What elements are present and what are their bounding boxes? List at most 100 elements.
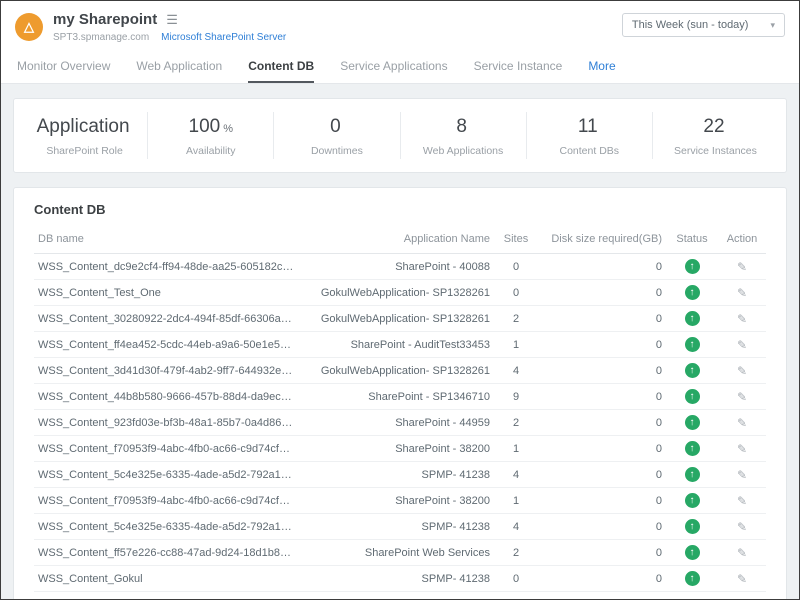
application-name-cell: SharePoint - AuditTest33453 — [299, 332, 494, 358]
status-cell: ↑ — [666, 540, 718, 566]
sites-cell: 1 — [494, 332, 538, 358]
edit-action-icon[interactable]: ✎ — [737, 442, 747, 456]
status-cell: ↑ — [666, 436, 718, 462]
application-name-cell: SPMP- 41238 — [299, 514, 494, 540]
edit-action-icon[interactable]: ✎ — [737, 338, 747, 352]
table-row: WSS_Content_44b8b580-9666-457b-88d4-da9e… — [34, 384, 766, 410]
edit-action-icon[interactable]: ✎ — [737, 286, 747, 300]
edit-action-icon[interactable]: ✎ — [737, 520, 747, 534]
table-row: WSS_Content_Test_One GokulWebApplication… — [34, 280, 766, 306]
sites-cell: 4 — [494, 514, 538, 540]
action-cell: ✎ — [718, 566, 766, 592]
db-name-cell: WSS_Content_ff4ea452-5cdc-44eb-a9a6-50e1… — [34, 332, 299, 358]
tab-more[interactable]: More — [588, 50, 615, 83]
db-name-cell: WSS_Content_f70953f9-4abc-4fb0-ac66-c9d7… — [34, 436, 299, 462]
application-name-cell: SPMP- 41238 — [299, 462, 494, 488]
tab-service-instance[interactable]: Service Instance — [474, 50, 563, 83]
action-cell: ✎ — [718, 436, 766, 462]
sites-cell: 2 — [494, 410, 538, 436]
db-name-cell: WSS_Content_f70953f9-4abc-4fb0-ac66-c9d7… — [34, 488, 299, 514]
db-name-cell: WSS_Content_ff57e226-cc88-47ad-9d24-18d1… — [34, 540, 299, 566]
status-up-icon: ↑ — [685, 467, 700, 482]
application-name-cell: SharePoint - 40088 — [299, 254, 494, 280]
sites-cell: 2 — [494, 306, 538, 332]
stat-label: Service Instances — [657, 145, 774, 157]
status-cell: ↑ — [666, 306, 718, 332]
db-name-cell: WSS_Content_5c4e325e-6335-4ade-a5d2-792a… — [34, 462, 299, 488]
stat-item: Application SharePoint Role — [22, 112, 148, 159]
edit-action-icon[interactable]: ✎ — [737, 364, 747, 378]
summary-stats-card: Application SharePoint Role 100% Availab… — [13, 98, 787, 173]
disk-size-cell: 0 — [538, 280, 666, 306]
tab-service-applications[interactable]: Service Applications — [340, 50, 447, 83]
action-cell: ✎ — [718, 332, 766, 358]
disk-size-cell: 0 — [538, 514, 666, 540]
column-header: DB name — [34, 225, 299, 254]
disk-size-cell: 0 — [538, 462, 666, 488]
stat-label: Downtimes — [278, 145, 395, 157]
status-up-icon: ↑ — [685, 493, 700, 508]
edit-action-icon[interactable]: ✎ — [737, 260, 747, 274]
column-header: Status — [666, 225, 718, 254]
action-cell: ✎ — [718, 358, 766, 384]
tab-web-application[interactable]: Web Application — [136, 50, 222, 83]
application-name-cell: SharePoint - 44959 — [299, 410, 494, 436]
tabs: Monitor Overview Web Application Content D… — [1, 50, 799, 84]
table-row: WSS_Content_ff57e226-cc88-47ad-9d24-18d1… — [34, 540, 766, 566]
table-row: WSS_Content_f70953f9-4abc-4fb0-ac66-c9d7… — [34, 488, 766, 514]
disk-size-cell: 0 — [538, 306, 666, 332]
table-row: WSS_Content_Gokul SPMP- 41238 0 0 ↑ ✎ — [34, 566, 766, 592]
table-row: WSS_Content_3d41d30f-479f-4ab2-9ff7-6449… — [34, 358, 766, 384]
status-up-icon: ↑ — [685, 415, 700, 430]
db-name-cell: WSS_Content_dc9e2cf4-ff94-48de-aa25-6051… — [34, 254, 299, 280]
edit-action-icon[interactable]: ✎ — [737, 416, 747, 430]
server-type-link[interactable]: Microsoft SharePoint Server — [161, 32, 286, 43]
db-name-cell: WSS_Content_44b8b580-9666-457b-88d4-da9e… — [34, 384, 299, 410]
status-cell: ↑ — [666, 410, 718, 436]
disk-size-cell: 0 — [538, 410, 666, 436]
stat-value: 0 — [330, 116, 341, 137]
column-header: Application Name — [299, 225, 494, 254]
stat-label: Availability — [152, 145, 269, 157]
status-up-icon: ↑ — [685, 259, 700, 274]
table-header-row: DB nameApplication NameSitesDisk size re… — [34, 225, 766, 254]
stat-value: 100 — [189, 116, 221, 137]
sites-cell: 4 — [494, 358, 538, 384]
sites-cell: 1 — [494, 436, 538, 462]
edit-action-icon[interactable]: ✎ — [737, 468, 747, 482]
db-name-cell: WSS_Content_5c4e325e-6335-4ade-a5d2-792a… — [34, 514, 299, 540]
db-name-cell: WSS_Content_30280922-2dc4-494f-85df-6630… — [34, 306, 299, 332]
db-name-cell: WSS_Content_Test_One — [34, 280, 299, 306]
table-row: WSS_Content_ff4ea452-5cdc-44eb-a9a6-50e1… — [34, 332, 766, 358]
stat-value: Application — [37, 116, 130, 137]
stat-value: 8 — [456, 116, 467, 137]
brand-logo-icon: △ — [15, 13, 43, 41]
edit-action-icon[interactable]: ✎ — [737, 572, 747, 586]
edit-action-icon[interactable]: ✎ — [737, 312, 747, 326]
stat-label: SharePoint Role — [26, 145, 143, 157]
main-content: Application SharePoint Role 100% Availab… — [1, 84, 799, 599]
column-header: Action — [718, 225, 766, 254]
edit-action-icon[interactable]: ✎ — [737, 546, 747, 560]
action-cell: ✎ — [718, 514, 766, 540]
hamburger-menu-icon[interactable]: ☰ — [166, 12, 178, 28]
tab-content-db[interactable]: Content DB — [248, 50, 314, 83]
table-row: WSS_Content_f70953f9-4abc-4fb0-ac66-c9d7… — [34, 436, 766, 462]
action-cell: ✎ — [718, 462, 766, 488]
column-header: Disk size required(GB) — [538, 225, 666, 254]
sites-cell: 4 — [494, 462, 538, 488]
tab-monitor-overview[interactable]: Monitor Overview — [17, 50, 110, 83]
status-up-icon: ↑ — [685, 441, 700, 456]
edit-action-icon[interactable]: ✎ — [737, 390, 747, 404]
edit-action-icon[interactable]: ✎ — [737, 494, 747, 508]
db-name-cell: WSS_Content_3d41d30f-479f-4ab2-9ff7-6449… — [34, 358, 299, 384]
stat-value: 22 — [703, 116, 724, 137]
disk-size-cell: 0 — [538, 488, 666, 514]
action-cell: ✎ — [718, 384, 766, 410]
period-selector[interactable]: This Week (sun - today) ▾ — [622, 13, 785, 37]
disk-size-cell: 0 — [538, 436, 666, 462]
content-db-card: Content DB DB nameApplication NameSitesD… — [13, 187, 787, 599]
application-name-cell: SharePoint - 38200 — [299, 488, 494, 514]
action-cell: ✎ — [718, 306, 766, 332]
db-name-cell: WSS_Content_923fd03e-bf3b-48a1-85b7-0a4d… — [34, 410, 299, 436]
